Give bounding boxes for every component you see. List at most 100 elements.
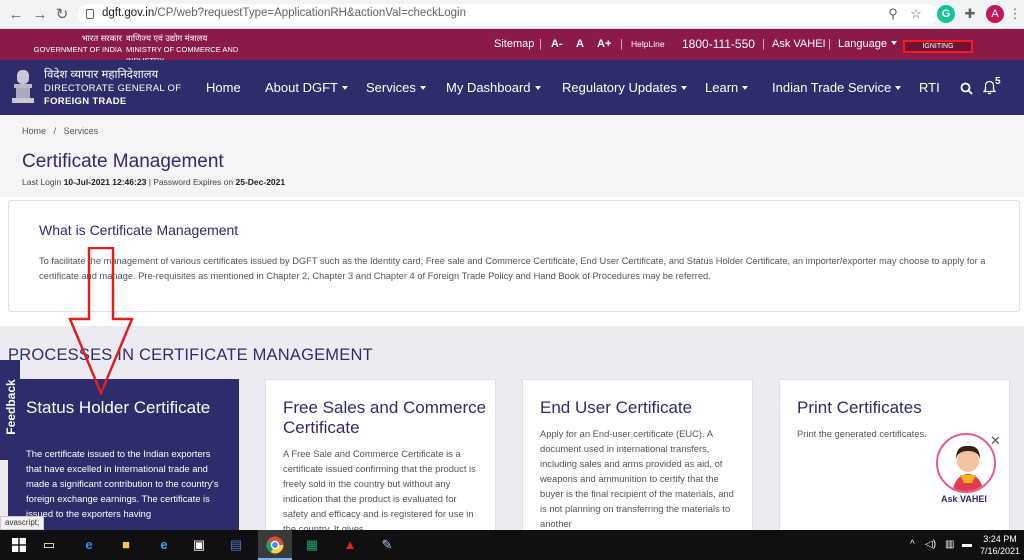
- vahei-chatbot-avatar[interactable]: [936, 433, 996, 493]
- forward-icon[interactable]: →: [30, 5, 50, 25]
- language-dropdown[interactable]: Language: [838, 38, 897, 50]
- language-label: Language: [838, 38, 887, 50]
- address-bar[interactable]: dgft.gov.in/CP/web?requestType=Applicati…: [78, 4, 938, 25]
- lock-icon: [86, 9, 94, 19]
- dept-name-line2: FOREIGN TRADE: [44, 96, 127, 107]
- breadcrumb-home-link[interactable]: Home: [22, 126, 46, 136]
- breadcrumb-separator: /: [53, 126, 57, 136]
- edge-browser-icon[interactable]: e: [80, 536, 98, 554]
- tray-expand-icon[interactable]: ^: [910, 539, 915, 550]
- nav-home[interactable]: Home: [206, 80, 241, 95]
- nav-label: Regulatory Updates: [562, 80, 677, 95]
- font-normal-button[interactable]: A: [576, 38, 584, 50]
- nav-rti[interactable]: RTI: [919, 80, 940, 95]
- network-icon[interactable]: ▥: [945, 539, 954, 550]
- excel-app-icon[interactable]: ▦: [303, 536, 321, 554]
- helpline-label: HelpLine: [631, 39, 665, 49]
- chevron-down-icon: [742, 86, 749, 90]
- igniting-banner[interactable]: IGNITING: [903, 40, 973, 53]
- info-description: To facilitate the management of various …: [39, 256, 986, 281]
- ministry-hindi: वाणिज्य एवं उद्योग मंत्रालय: [126, 33, 208, 43]
- store-icon[interactable]: ▣: [190, 536, 208, 554]
- acrobat-pdf-icon[interactable]: ▲: [341, 536, 359, 554]
- chrome-browser-icon[interactable]: [266, 536, 284, 554]
- gov-hindi: भारत सरकार: [81, 33, 122, 43]
- nav-label: About DGFT: [265, 80, 338, 95]
- card-description: The certificate issued to the Indian exp…: [26, 448, 219, 519]
- card-description: A Free Sale and Commerce Certificate is …: [283, 448, 476, 534]
- font-decrease-button[interactable]: A-: [551, 38, 563, 50]
- browser-menu-icon[interactable]: ⋮: [1006, 5, 1024, 23]
- font-increase-button[interactable]: A+: [597, 38, 611, 50]
- feedback-tab[interactable]: Feedback: [0, 360, 20, 460]
- zoom-icon[interactable]: ⚲: [884, 5, 902, 23]
- card-title: End User Certificate: [540, 398, 693, 417]
- profile-avatar[interactable]: A: [986, 5, 1004, 23]
- nav-my-dashboard[interactable]: My Dashboard: [446, 80, 541, 95]
- browser-toolbar: ← → ↻ dgft.gov.in/CP/web?requestType=App…: [0, 0, 1024, 29]
- nav-about-dgft[interactable]: About DGFT: [265, 80, 348, 95]
- last-login-label: Last Login: [22, 177, 62, 187]
- utility-bar: भारत सरकार GOVERNMENT OF INDIA वाणिज्य ए…: [0, 29, 1024, 65]
- system-clock[interactable]: 3:24 PM 7/16/2021: [979, 533, 1021, 557]
- chevron-down-icon: [680, 86, 687, 90]
- extensions-puzzle-icon[interactable]: ✚: [961, 5, 979, 23]
- windows-start-icon[interactable]: [12, 538, 26, 552]
- ask-vahei-link[interactable]: Ask VAHEI: [772, 38, 826, 50]
- internet-explorer-icon[interactable]: e: [155, 536, 173, 554]
- url-text: dgft.gov.in/CP/web?requestType=Applicati…: [102, 7, 466, 19]
- task-view-icon[interactable]: ▭: [40, 536, 58, 554]
- file-explorer-icon[interactable]: ■: [117, 536, 135, 554]
- vahei-label: Ask VAHEI: [941, 494, 987, 504]
- status-holder-certificate-card[interactable]: Status Holder Certificate The certificat…: [8, 379, 239, 539]
- card-title: Status Holder Certificate: [26, 398, 211, 417]
- paint-app-icon[interactable]: ✎: [378, 536, 396, 554]
- speaker-icon[interactable]: ◁): [925, 539, 936, 550]
- page-title: Certificate Management: [22, 151, 224, 172]
- nav-label: Services: [366, 80, 416, 95]
- chevron-down-icon: [534, 86, 541, 90]
- nav-label: Learn: [705, 80, 739, 95]
- notification-count-badge: 5: [995, 76, 1001, 87]
- password-expiry-value: 25-Dec-2021: [235, 177, 286, 187]
- close-icon[interactable]: ✕: [990, 433, 1001, 449]
- nav-regulatory-updates[interactable]: Regulatory Updates: [562, 80, 687, 95]
- national-emblem-icon: [12, 70, 34, 103]
- processes-title: PROCESSES IN CERTIFICATE MANAGEMENT: [8, 346, 373, 364]
- clock-date: 7/16/2021: [979, 546, 1021, 556]
- card-title: Free Sales and Commerce Certificate: [283, 398, 487, 437]
- grammarly-icon[interactable]: G: [937, 5, 955, 23]
- clock-time: 3:24 PM: [983, 534, 1017, 544]
- url-host: dgft.gov.in: [102, 7, 155, 19]
- nav-services[interactable]: Services: [366, 80, 426, 95]
- status-url-tooltip: avascript;: [0, 516, 45, 530]
- reload-icon[interactable]: ↻: [52, 5, 72, 25]
- word-app-icon[interactable]: ▤: [227, 536, 245, 554]
- search-icon[interactable]: [960, 82, 973, 95]
- dept-name-line1: DIRECTORATE GENERAL OF: [44, 83, 182, 94]
- chevron-down-icon: [895, 86, 902, 90]
- back-icon[interactable]: ←: [6, 5, 26, 25]
- end-user-certificate-card[interactable]: End User Certificate Apply for an End-us…: [522, 379, 753, 539]
- main-navigation: विदेश व्यापार महानिदेशालय DIRECTORATE GE…: [0, 60, 1024, 115]
- free-sales-certificate-card[interactable]: Free Sales and Commerce Certificate A Fr…: [265, 379, 496, 539]
- separator: |: [620, 38, 623, 50]
- card-title: Print Certificates: [797, 398, 922, 417]
- chevron-down-icon: [890, 41, 897, 45]
- feedback-label: Feedback: [4, 379, 18, 435]
- info-title: What is Certificate Management: [39, 222, 239, 238]
- processes-section: PROCESSES IN CERTIFICATE MANAGEMENT Stat…: [0, 326, 1024, 539]
- page-header: Home / Services Certificate Management L…: [0, 115, 1024, 197]
- helpline-number[interactable]: 1800-111-550: [682, 37, 755, 51]
- url-path: /CP/web?requestType=ApplicationRH&action…: [154, 7, 466, 19]
- what-is-certificate-management-panel: What is Certificate Management To facili…: [8, 200, 1020, 312]
- keyboard-icon[interactable]: ▬: [962, 539, 972, 550]
- nav-label: Indian Trade Service: [772, 80, 892, 95]
- bookmark-star-icon[interactable]: ☆: [907, 5, 925, 23]
- red-arrow-annotation-icon: [68, 247, 134, 395]
- sitemap-link[interactable]: Sitemap: [494, 38, 534, 50]
- nav-indian-trade-service[interactable]: Indian Trade Service: [772, 80, 902, 95]
- nav-label: My Dashboard: [446, 80, 531, 95]
- separator: |: [539, 38, 542, 50]
- nav-learn[interactable]: Learn: [705, 80, 749, 95]
